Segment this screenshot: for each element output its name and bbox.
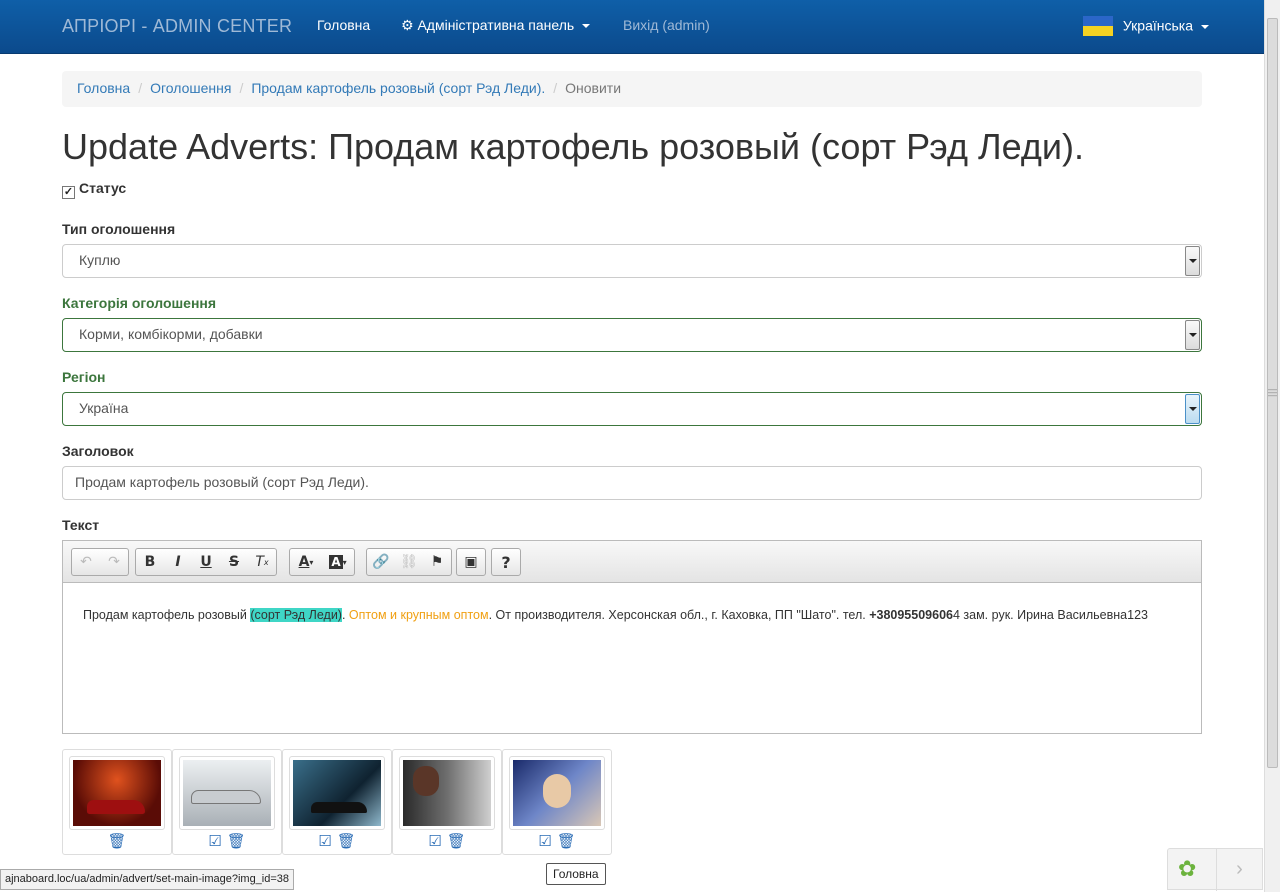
nav-logout-link[interactable]: Вихід (admin) (623, 17, 710, 33)
trash-icon[interactable]: 🗑 (107, 832, 126, 850)
history-group: ↶ ↷ (71, 548, 129, 576)
help-group: ? (491, 548, 521, 576)
breadcrumb-separator: / (239, 80, 244, 96)
status-label: Статус (79, 180, 127, 196)
trash-icon[interactable]: 🗑 (557, 832, 576, 850)
breadcrumb-advert[interactable]: Продам картофель розовый (сорт Рэд Леди)… (251, 80, 545, 96)
image-item: 🗑 (62, 749, 172, 855)
region-label: Регіон (62, 369, 106, 385)
admin-panel-label: Адміністративна панель (417, 17, 575, 33)
image-item: ☑ 🗑 (502, 749, 612, 855)
status-checkbox-row[interactable]: ✓ Статус (62, 180, 126, 199)
background-color-button[interactable]: A ▾ (322, 549, 354, 575)
top-navbar: АПРІОРІ - ADMIN CENTER Головна ⚙ Адмініс… (0, 0, 1264, 54)
image-gallery: 🗑 ☑ 🗑 ☑ 🗑 ☑ 🗑 ☑ 🗑 (62, 749, 612, 855)
breadcrumb-separator: / (138, 80, 143, 96)
red-sports-car-thumbnail[interactable] (69, 756, 165, 830)
image-item: ☑ 🗑 (282, 749, 392, 855)
clear-format-icon: T (255, 554, 264, 570)
select-arrow-icon[interactable] (1185, 394, 1200, 424)
breadcrumb: Головна / Оголошення / Продам картофель розо… (62, 71, 1202, 107)
chevron-down-icon (1200, 25, 1209, 29)
rich-text-editor: ↶ ↷ B I U S Tx A ▾ A ▾ 🔗 ⛓ ⚑ ▣ ? Продам ка… (62, 540, 1202, 734)
set-main-checkbox-icon[interactable]: ☑ (318, 832, 331, 850)
gear-icon: ⚙ (401, 18, 414, 34)
brand-logo[interactable]: АПРІОРІ - ADMIN CENTER (62, 16, 292, 37)
breadcrumb-separator: / (553, 80, 558, 96)
ukraine-flag-icon (1083, 16, 1113, 36)
category-label: Категорія оголошення (62, 295, 217, 311)
nav-admin-panel-dropdown[interactable]: ⚙ Адміністративна панель (401, 17, 591, 34)
content-text-2: . (341, 608, 349, 622)
page-title: Update Adverts: Продам картофель розовый… (62, 126, 1084, 167)
bold-button[interactable]: B (136, 549, 164, 575)
trash-icon[interactable]: 🗑 (227, 832, 246, 850)
anchor-flag-icon[interactable]: ⚑ (423, 549, 451, 575)
set-main-checkbox-icon[interactable]: ☑ (428, 832, 441, 850)
category-select[interactable]: Корми, комбікорми, добавки (62, 318, 1202, 352)
woman-photo-thumbnail[interactable] (399, 756, 495, 830)
content-highlight: (сорт Рэд Леди) (250, 608, 342, 622)
underline-button[interactable]: U (192, 549, 220, 575)
acura-car-thumbnail[interactable] (289, 756, 385, 830)
debug-toolbar[interactable]: ✿ › (1167, 848, 1263, 891)
undo-icon[interactable]: ↶ (72, 549, 100, 575)
content-text-4: 4 зам. рук. Ирина Васильевна123 (952, 608, 1148, 622)
content-phone: +38095509606 (869, 608, 953, 622)
vanilla-sky-thumbnail[interactable] (509, 756, 605, 830)
help-button[interactable]: ? (492, 549, 520, 575)
text-label: Текст (62, 517, 100, 533)
title-label: Заголовок (62, 443, 134, 459)
scrollbar-grip-icon: — — — (1268, 384, 1277, 400)
clear-format-button[interactable]: Tx (248, 549, 276, 575)
trash-icon[interactable]: 🗑 (337, 832, 356, 850)
italic-button[interactable]: I (164, 549, 192, 575)
silver-cars-thumbnail[interactable] (179, 756, 275, 830)
strikethrough-button[interactable]: S (220, 549, 248, 575)
region-select-value: Україна (79, 400, 129, 416)
browser-status-bar: ajnaboard.loc/ua/admin/advert/set-main-i… (0, 869, 295, 890)
format-group: B I U S Tx (135, 548, 277, 576)
type-label: Тип оголошення (62, 221, 176, 237)
content-text-3: . От производителя. Херсонская обл., г. … (488, 608, 870, 622)
breadcrumb-adverts[interactable]: Оголошення (150, 80, 231, 96)
image-group: ▣ (456, 548, 486, 576)
text-color-button[interactable]: A ▾ (290, 549, 322, 575)
content-orange-text: Оптом и крупным оптом (348, 608, 489, 622)
image-item: ☑ 🗑 (392, 749, 502, 855)
unlink-icon[interactable]: ⛓ (395, 549, 423, 575)
text-color-icon: A (298, 554, 310, 570)
link-group: 🔗 ⛓ ⚑ (366, 548, 452, 576)
background-color-icon: A (329, 555, 343, 569)
link-icon[interactable]: 🔗 (367, 549, 395, 575)
category-select-value: Корми, комбікорми, добавки (79, 326, 263, 342)
title-input[interactable]: Продам картофель розовый (сорт Рэд Леди)… (62, 466, 1202, 500)
select-arrow-icon[interactable] (1185, 246, 1200, 276)
set-main-checkbox-icon[interactable]: ☑ (208, 832, 221, 850)
region-select[interactable]: Україна (62, 392, 1202, 426)
chevron-down-icon (582, 24, 591, 29)
type-select-value: Куплю (79, 252, 121, 268)
breadcrumb-current: Оновити (565, 80, 622, 96)
editor-content[interactable]: Продам картофель розовый (сорт Рэд Леди)… (63, 583, 1201, 647)
yii-logo-icon[interactable]: ✿ (1178, 857, 1196, 882)
redo-icon[interactable]: ↷ (100, 549, 128, 575)
status-checkbox[interactable]: ✓ (62, 186, 75, 199)
tooltip: Головна (546, 863, 606, 885)
type-select[interactable]: Куплю (62, 244, 1202, 278)
breadcrumb-home[interactable]: Головна (77, 80, 130, 96)
chevron-right-icon[interactable]: › (1216, 849, 1262, 891)
image-icon[interactable]: ▣ (457, 549, 485, 575)
language-label: Українська (1122, 17, 1193, 34)
content-text-1: Продам картофель розовый (83, 608, 251, 622)
color-group: A ▾ A ▾ (289, 548, 355, 576)
trash-icon[interactable]: 🗑 (447, 832, 466, 850)
image-item: ☑ 🗑 (172, 749, 282, 855)
nav-home-link[interactable]: Головна (317, 17, 370, 33)
select-arrow-icon[interactable] (1185, 320, 1200, 350)
language-dropdown[interactable]: Українська (1083, 16, 1209, 37)
vertical-scrollbar[interactable]: — — — (1264, 0, 1280, 892)
editor-toolbar: ↶ ↷ B I U S Tx A ▾ A ▾ 🔗 ⛓ ⚑ ▣ ? (63, 541, 1201, 583)
set-main-checkbox-icon[interactable]: ☑ (538, 832, 551, 850)
